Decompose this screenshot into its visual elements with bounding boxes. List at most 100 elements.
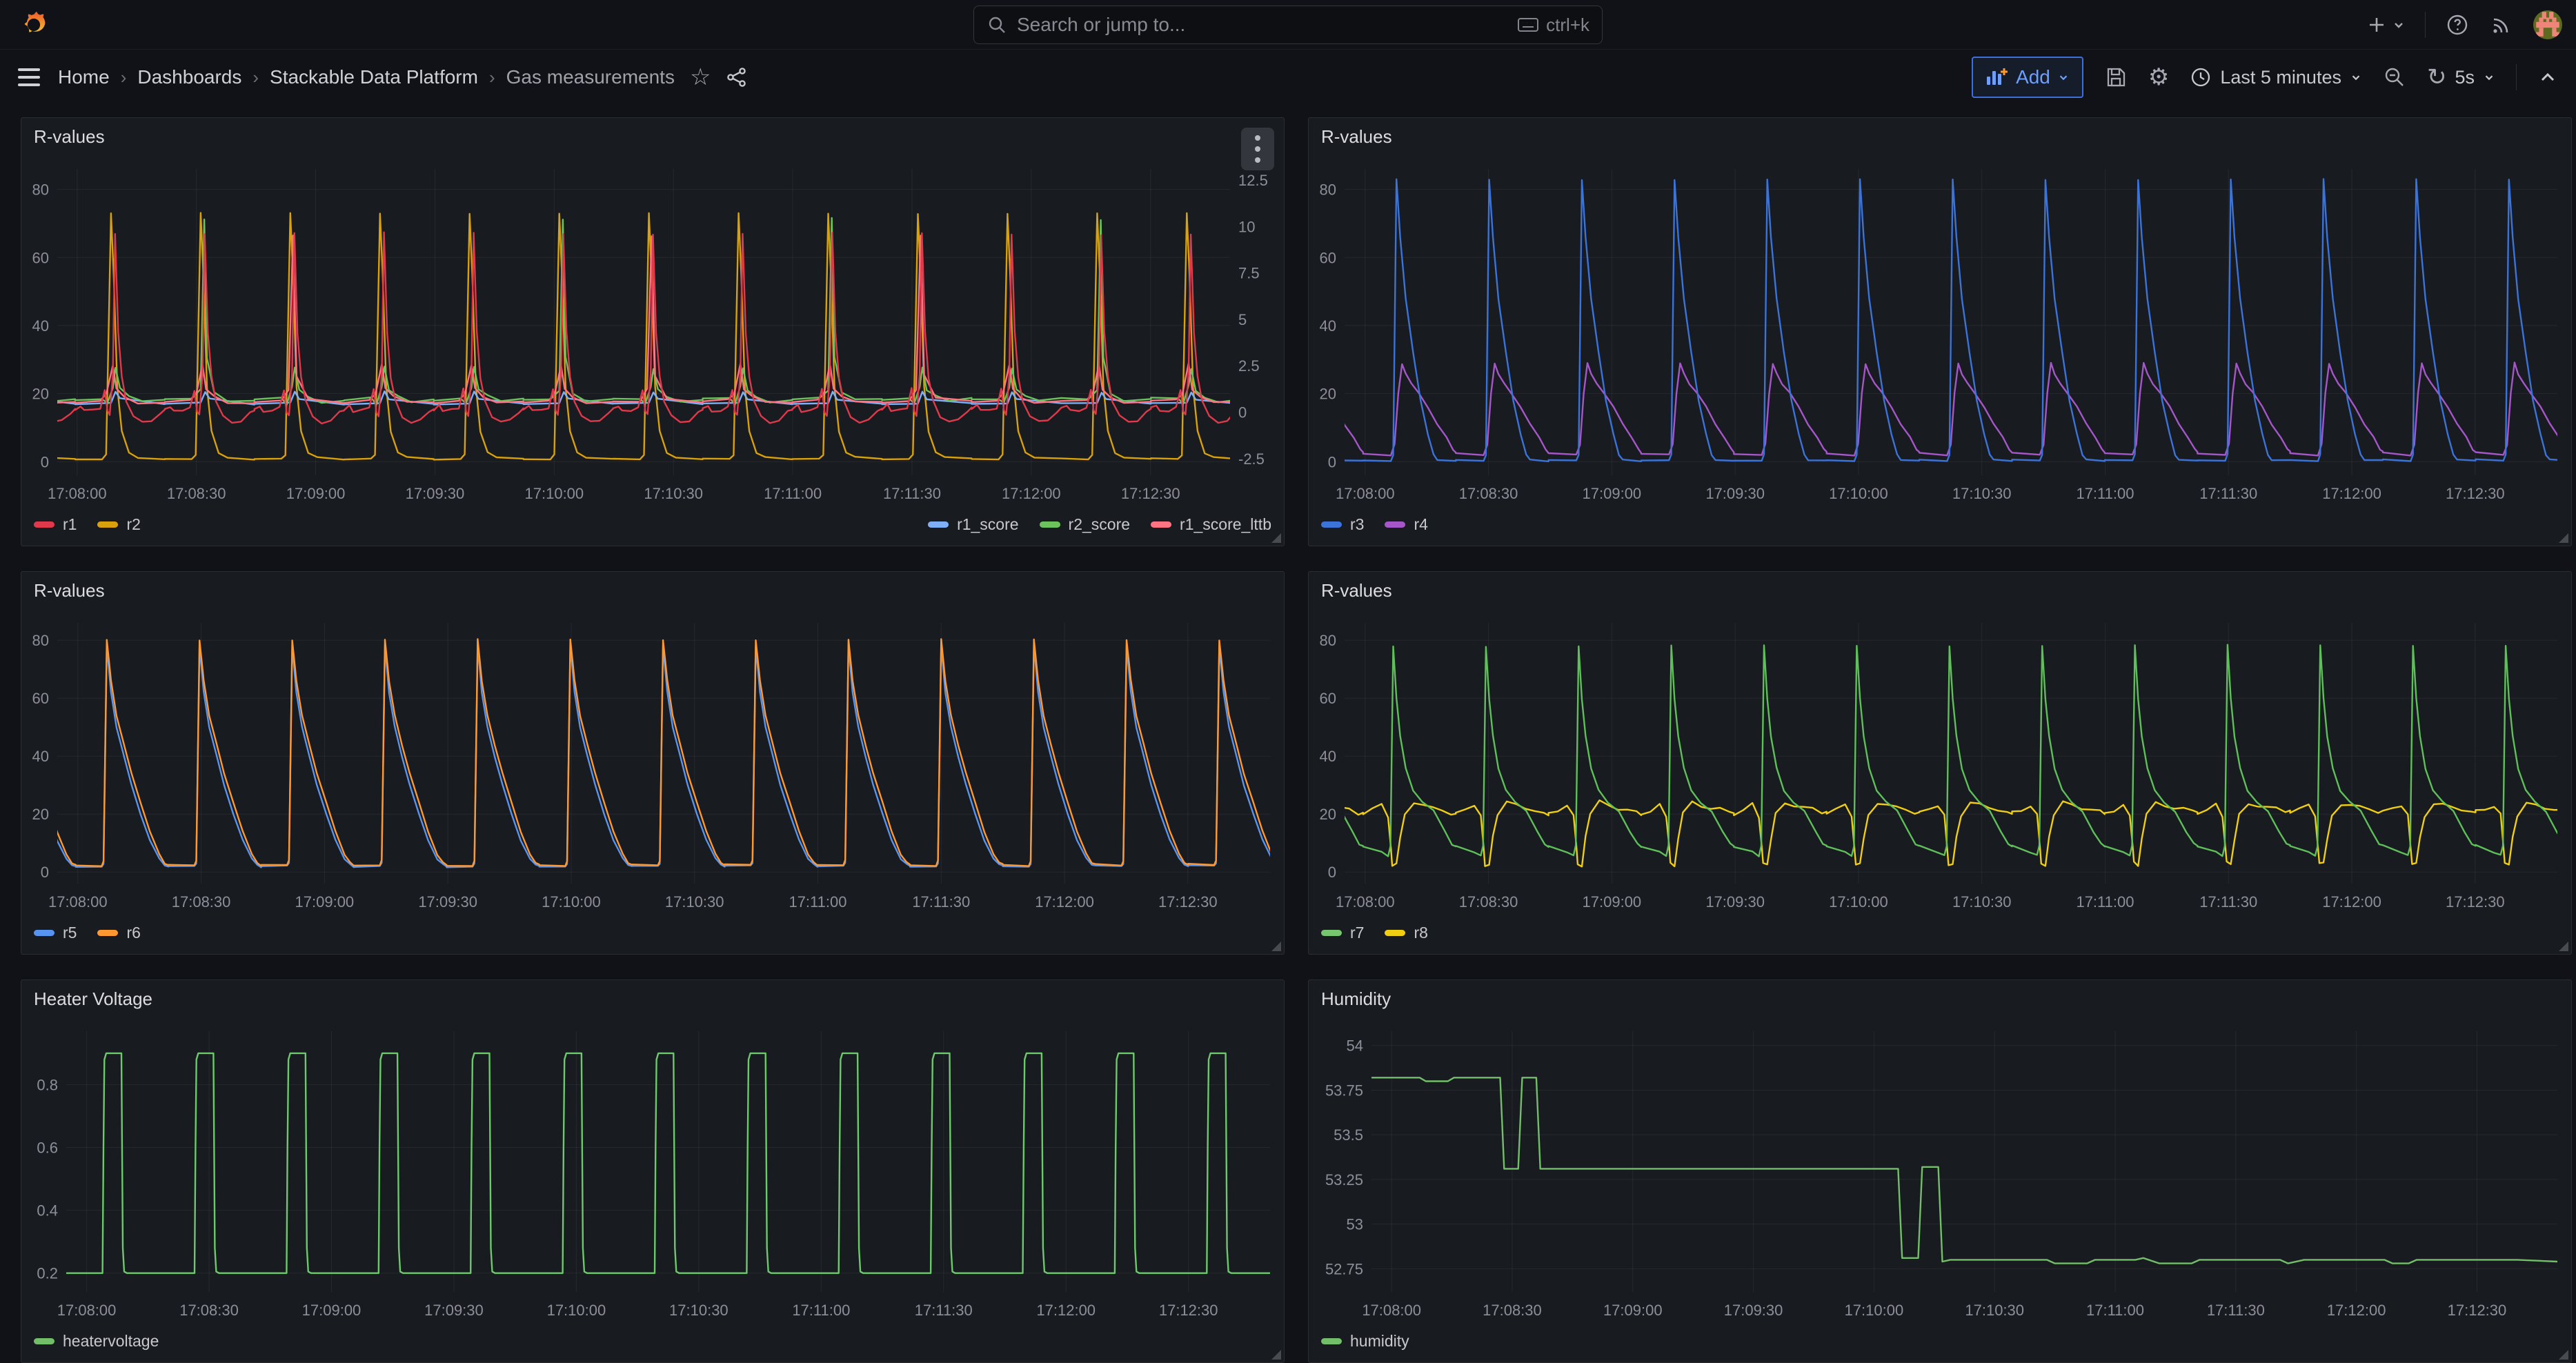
svg-text:17:08:30: 17:08:30 [1459,485,1518,502]
legend-group-left: humidity [1321,1332,1409,1351]
help-button[interactable] [2445,12,2470,37]
help-icon [2445,12,2470,37]
svg-text:17:10:00: 17:10:00 [1829,893,1888,911]
svg-text:17:08:00: 17:08:00 [1362,1302,1421,1319]
svg-text:17:11:00: 17:11:00 [792,1302,850,1319]
timeseries-chart[interactable]: 17:08:0017:08:3017:09:0017:09:3017:10:00… [1309,1020,2571,1324]
refresh-picker[interactable]: ↻ 5s [2427,66,2495,89]
svg-text:17:08:00: 17:08:00 [1336,893,1395,911]
svg-text:5: 5 [1238,311,1247,328]
svg-text:80: 80 [32,181,49,199]
legend-swatch [1321,1338,1342,1344]
svg-text:17:08:00: 17:08:00 [48,485,107,502]
svg-text:17:08:00: 17:08:00 [1336,485,1395,502]
resize-handle[interactable] [1271,942,1281,951]
panel-r-values-4: R-values 17:08:0017:08:3017:09:0017:09:3… [1308,571,2572,955]
legend-item[interactable]: r2 [97,515,140,534]
svg-text:17:11:00: 17:11:00 [789,893,846,911]
svg-text:17:08:30: 17:08:30 [1483,1302,1542,1319]
timeseries-chart[interactable]: 17:08:0017:08:3017:09:0017:09:3017:10:00… [1309,612,2571,915]
svg-text:20: 20 [1320,386,1336,403]
resize-handle[interactable] [1271,1350,1281,1360]
news-button[interactable] [2489,12,2514,37]
legend-item[interactable]: r1_score_lttb [1151,515,1271,534]
panel-legend: humidity [1309,1324,2571,1362]
add-button[interactable]: Add [1972,57,2083,98]
legend-swatch [34,1338,55,1344]
chevron-down-icon [2483,71,2495,83]
svg-text:7.5: 7.5 [1238,265,1260,282]
save-dashboard-button[interactable] [2104,66,2128,89]
panel-title[interactable]: Heater Voltage [34,988,152,1010]
legend-item[interactable]: r5 [34,924,77,942]
panel-title[interactable]: R-values [1321,580,1392,601]
svg-text:17:11:00: 17:11:00 [2086,1302,2144,1319]
timeseries-chart[interactable]: 17:08:0017:08:3017:09:0017:09:3017:10:00… [21,1020,1284,1324]
panel-heater-voltage: Heater Voltage 17:08:0017:08:3017:09:001… [21,979,1285,1363]
legend-label: r1_score_lttb [1180,515,1271,534]
svg-text:17:09:30: 17:09:30 [418,893,477,911]
svg-text:17:12:00: 17:12:00 [2327,1302,2386,1319]
resize-handle[interactable] [2559,533,2568,543]
svg-text:17:09:30: 17:09:30 [406,485,465,502]
favorite-button[interactable]: ☆ [690,63,711,91]
grafana-logo[interactable] [18,9,50,41]
svg-text:40: 40 [1320,317,1336,335]
panel-title[interactable]: Humidity [1321,988,1391,1010]
breadcrumb-item-current[interactable]: Gas measurements [506,66,675,88]
news-icon [2489,12,2514,37]
legend-label: r2_score [1069,515,1130,534]
legend-item[interactable]: r6 [97,924,140,942]
mega-menu-button[interactable] [18,67,43,88]
time-range-picker[interactable]: Last 5 minutes [2190,66,2362,88]
panel-title[interactable]: R-values [34,126,105,148]
legend-label: r3 [1350,515,1364,534]
legend-swatch [1321,930,1342,936]
svg-text:17:12:30: 17:12:30 [1159,1302,1218,1319]
breadcrumb-item-home[interactable]: Home [58,66,110,88]
svg-text:17:11:00: 17:11:00 [764,485,822,502]
legend-item[interactable]: r4 [1385,515,1427,534]
timeseries-chart[interactable]: 17:08:0017:08:3017:09:0017:09:3017:10:00… [21,158,1284,507]
legend-item[interactable]: r2_score [1040,515,1130,534]
hamburger-icon [18,67,43,88]
legend-label: r7 [1350,924,1364,942]
zoom-out-button[interactable] [2383,66,2406,89]
legend-item[interactable]: r7 [1321,924,1364,942]
legend-item[interactable]: r1 [34,515,77,534]
avatar[interactable] [2533,10,2562,39]
panel-menu-button[interactable] [1241,128,1274,170]
refresh-icon: ↻ [2427,66,2447,89]
breadcrumb-item-dashboards[interactable]: Dashboards [137,66,241,88]
svg-text:17:09:30: 17:09:30 [1705,893,1765,911]
resize-handle[interactable] [1271,533,1281,543]
timeseries-chart[interactable]: 17:08:0017:08:3017:09:0017:09:3017:10:00… [21,612,1284,915]
resize-handle[interactable] [2559,942,2568,951]
dashboard-settings-button[interactable]: ⚙ [2148,66,2169,89]
svg-text:53: 53 [1347,1216,1363,1233]
legend-item[interactable]: r1_score [928,515,1018,534]
new-button[interactable] [2366,14,2406,36]
svg-text:17:12:00: 17:12:00 [1035,893,1094,911]
svg-text:0: 0 [41,864,49,881]
search-placeholder: Search or jump to... [1017,14,1507,36]
timeseries-chart[interactable]: 17:08:0017:08:3017:09:0017:09:3017:10:00… [1309,158,2571,507]
resize-handle[interactable] [2559,1350,2568,1360]
collapse-toolbar-button[interactable] [2537,68,2558,86]
svg-text:17:12:30: 17:12:30 [2446,485,2505,502]
breadcrumb-item-folder[interactable]: Stackable Data Platform [270,66,478,88]
panel-title[interactable]: R-values [1321,126,1392,148]
legend-item[interactable]: r3 [1321,515,1364,534]
search-input[interactable]: Search or jump to... ctrl+k [973,6,1603,44]
share-button[interactable] [726,66,748,88]
svg-text:17:09:30: 17:09:30 [1705,485,1765,502]
legend-item[interactable]: humidity [1321,1332,1409,1351]
panel-humidity: Humidity 17:08:0017:08:3017:09:0017:09:3… [1308,979,2572,1363]
legend-item[interactable]: heatervoltage [34,1332,159,1351]
search-icon [987,14,1007,35]
breadcrumb-separator: › [489,67,495,88]
svg-text:53.75: 53.75 [1325,1082,1363,1099]
panel-title[interactable]: R-values [34,580,105,601]
legend-label: r8 [1414,924,1427,942]
legend-item[interactable]: r8 [1385,924,1427,942]
